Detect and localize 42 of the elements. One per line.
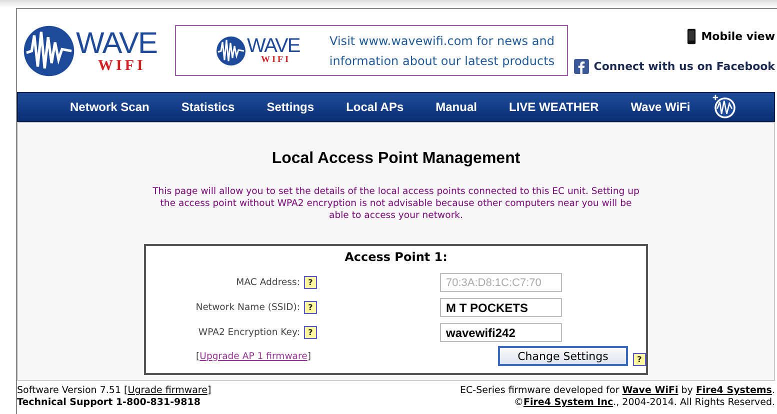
upgrade-text: [Upgrade AP 1 firmware] (196, 350, 311, 362)
footer-text: Software Version 7.51 [Ugrade firmware] (17, 385, 212, 397)
help-icon[interactable]: ? (304, 326, 317, 339)
facebook-icon (574, 58, 589, 74)
field-label: Network Name (SSID): (196, 302, 300, 313)
banner-text: Visit www.wavewifi.com for news and information about our latest products (328, 32, 556, 70)
input-field[interactable]: wavewifi242 (440, 323, 562, 342)
upgrade-link[interactable]: Upgrade AP 1 firmware (200, 350, 308, 362)
page-heading: Local Access Point Management (272, 150, 520, 168)
logo-word: WAVE (76, 28, 158, 58)
logo-subword: WIFI (98, 58, 147, 72)
wave-ball-icon[interactable] (712, 93, 738, 121)
footer-text: EC-Series firmware developed for Wave WiFi by Fire4 Systems. (460, 385, 775, 397)
wave-ball-icon (23, 24, 75, 76)
header-link[interactable]: Connect with us on Facebook (594, 60, 775, 72)
field-label: MAC Address: (236, 277, 300, 288)
help-icon[interactable]: ? (633, 353, 646, 366)
footer-text: ©Fire4 System Inc., 2004-2014. All Rights Reserved. (514, 397, 775, 409)
wave-ball-icon (216, 36, 246, 66)
intro-text: This page will allow you to set the details of the local access points connected to this EC unit. Setting up the access point without WPA2 encryption is not advisable because other computers near you will be able to access your network. (152, 186, 640, 222)
footer-text: Technical Support 1-800-831-9818 (17, 397, 202, 409)
logo-subword: WIFI (261, 55, 292, 64)
footer-link[interactable]: Fire4 System Inc (523, 397, 614, 408)
banner[interactable]: WAVE WIFI Visit www.wavewifi.com for news and information about our latest products (175, 25, 568, 76)
nav-link[interactable]: Settings (266, 100, 314, 114)
help-icon[interactable]: ? (304, 301, 317, 314)
nav-link[interactable]: LIVE WEATHER (508, 100, 599, 114)
footer-link[interactable]: Fire4 Systems (696, 385, 772, 396)
panel-title: Access Point 1: (344, 250, 448, 264)
input-field[interactable]: M T POCKETS (440, 298, 562, 317)
phone-icon (687, 28, 696, 44)
nav-link[interactable]: Wave WiFi (630, 100, 690, 114)
footer-link[interactable]: Ugrade firmware (128, 385, 208, 396)
nav-link[interactable]: Local APs (346, 100, 404, 114)
footer-link[interactable]: Wave WiFi (622, 385, 678, 396)
field-label: WPA2 Encryption Key: (198, 327, 300, 338)
header-link[interactable]: Mobile view (701, 30, 775, 42)
logo-word: WAVE (247, 37, 300, 55)
nav-link[interactable]: Manual (436, 100, 477, 114)
nav-link[interactable]: Network Scan (70, 100, 150, 114)
change-settings-button[interactable]: Change Settings (498, 346, 628, 366)
nav-link[interactable]: Statistics (181, 100, 235, 114)
